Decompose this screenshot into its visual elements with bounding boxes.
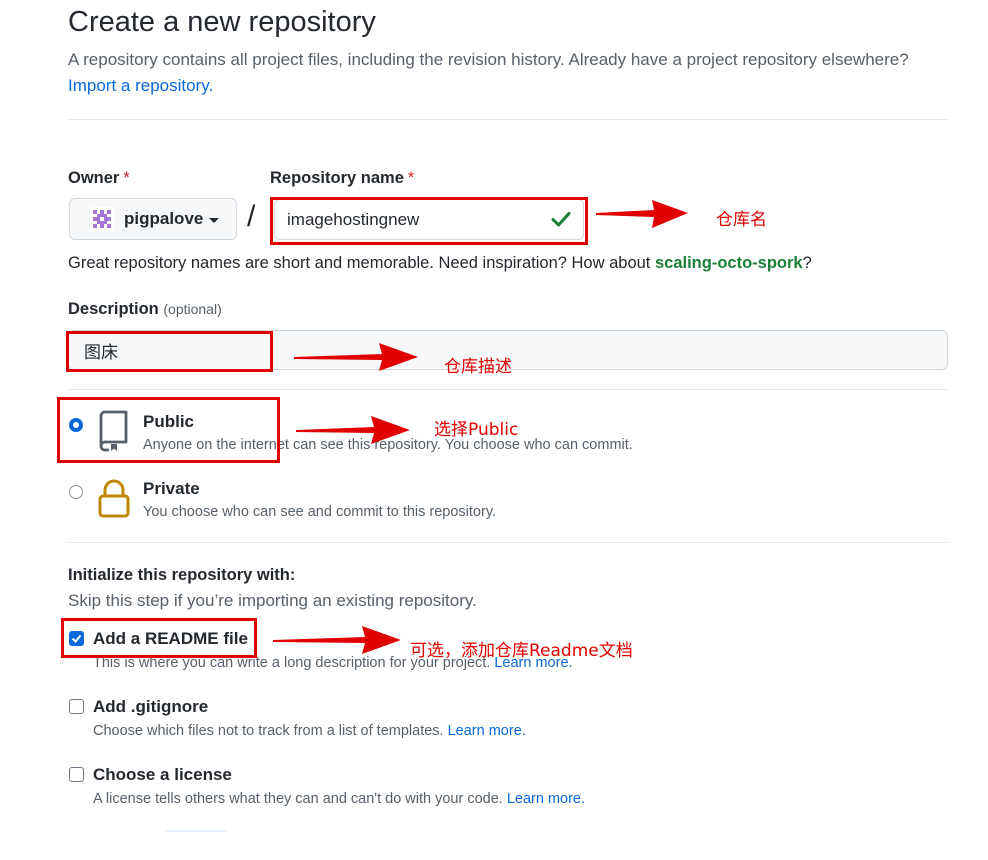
license-label[interactable]: Choose a license <box>93 765 232 785</box>
divider <box>68 119 948 120</box>
name-suggestion[interactable]: scaling-octo-spork <box>655 254 803 272</box>
license-checkbox[interactable] <box>69 767 84 782</box>
private-radio[interactable] <box>69 485 83 499</box>
import-repository-link[interactable]: Import a repository. <box>68 76 213 96</box>
create-repository-button-edge <box>165 830 227 832</box>
annotation-box-public <box>57 397 280 463</box>
annotation-description: 仓库描述 <box>444 357 512 377</box>
owner-avatar-icon <box>90 207 114 231</box>
annotation-box-readme <box>61 618 257 658</box>
annotation-repo-name: 仓库名 <box>716 210 767 230</box>
owner-name: pigpalove <box>124 209 204 228</box>
owner-repo-separator: / <box>247 200 256 233</box>
arrow-icon <box>596 200 688 228</box>
initialize-title: Initialize this repository with: <box>68 566 296 584</box>
gitignore-label[interactable]: Add .gitignore <box>93 697 208 717</box>
private-title: Private <box>143 479 200 498</box>
description-label: Description (optional) <box>68 300 222 318</box>
page-title: Create a new repository <box>68 6 376 38</box>
gitignore-checkbox[interactable] <box>69 699 84 714</box>
owner-label: Owner * <box>68 169 130 187</box>
license-description: A license tells others what they can and… <box>93 791 586 807</box>
annotation-public: 选择Public <box>434 420 519 440</box>
repository-name-hint: Great repository names are short and mem… <box>68 254 812 272</box>
repo-name-label: Repository name * <box>270 169 415 187</box>
gitignore-description: Choose which files not to track from a l… <box>93 723 526 739</box>
page-subtitle: A repository contains all project files,… <box>68 50 909 69</box>
lock-icon <box>98 479 130 518</box>
initialize-subtitle: Skip this step if you’re importing an ex… <box>68 591 477 610</box>
owner-dropdown[interactable]: pigpalove <box>69 198 237 240</box>
private-description: You choose who can see and commit to thi… <box>143 504 497 520</box>
divider <box>68 389 948 390</box>
license-learn-more-link[interactable]: Learn more. <box>507 791 585 807</box>
caret-down-icon <box>209 218 220 223</box>
annotation-readme: 可选，添加仓库Readme文档 <box>410 641 633 661</box>
gitignore-learn-more-link[interactable]: Learn more. <box>448 723 526 739</box>
arrow-icon <box>273 626 401 654</box>
arrow-icon <box>296 416 410 444</box>
arrow-icon <box>294 343 418 371</box>
divider <box>68 542 948 543</box>
annotation-box-repo-name <box>270 197 588 245</box>
annotation-box-description <box>66 331 273 372</box>
